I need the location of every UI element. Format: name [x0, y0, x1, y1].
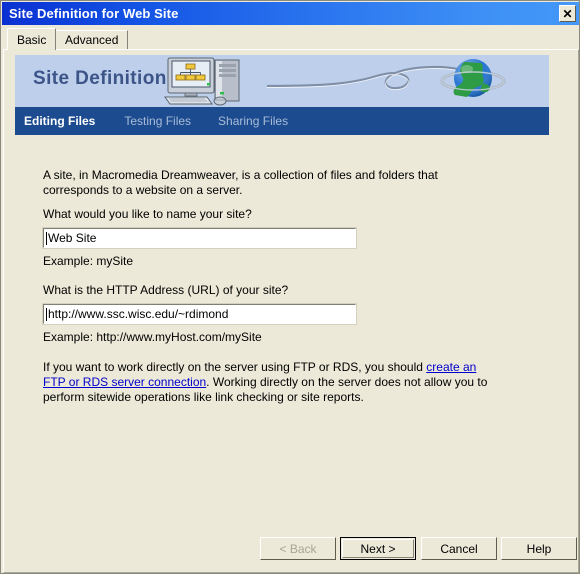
next-button-label: Next >	[360, 541, 396, 556]
cancel-button[interactable]: Cancel	[421, 537, 497, 560]
site-url-label: What is the HTTP Address (URL) of your s…	[43, 283, 289, 297]
back-button[interactable]: < Back	[260, 537, 336, 560]
help-button-label: Help	[526, 541, 552, 556]
tab-advanced[interactable]: Advanced	[55, 30, 129, 49]
step-sharing-files[interactable]: Sharing Files	[218, 114, 288, 128]
back-button-label: < Back	[279, 541, 317, 556]
ftp-note: If you want to work directly on the serv…	[43, 360, 498, 405]
tab-strip: Basic Advanced	[2, 28, 579, 50]
site-name-input[interactable]: Web Site	[42, 227, 357, 249]
site-name-example: Example: mySite	[43, 254, 134, 268]
close-icon: ✕	[562, 6, 573, 21]
content-panel: Site Definition Editing Files Testing Fi…	[3, 49, 579, 573]
ftp-note-before: If you want to work directly on the serv…	[43, 360, 427, 374]
text-caret	[46, 308, 47, 321]
computer-monitor-icon	[167, 57, 215, 97]
banner: Site Definition	[15, 55, 549, 107]
text-caret	[46, 232, 47, 245]
step-testing-files[interactable]: Testing Files	[124, 114, 191, 128]
dialog-buttons: < Back Next > Cancel Help	[4, 537, 579, 567]
tab-basic-label: Basic	[17, 32, 47, 47]
window-title: Site Definition for Web Site	[9, 6, 179, 21]
computer-tower-icon	[214, 59, 240, 102]
keyboard-icon	[164, 96, 213, 105]
steps-bar: Editing Files Testing Files Sharing File…	[15, 107, 549, 135]
cancel-button-label: Cancel	[440, 541, 478, 556]
step-editing-files[interactable]: Editing Files	[24, 114, 95, 128]
close-button[interactable]: ✕	[559, 5, 576, 22]
site-name-label: What would you like to name your site?	[43, 207, 252, 221]
next-button-inner: Next >	[342, 539, 414, 558]
tab-basic[interactable]: Basic	[7, 28, 57, 50]
form-area: A site, in Macromedia Dreamweaver, is a …	[42, 168, 498, 405]
title-bar: Site Definition for Web Site ✕	[2, 2, 579, 25]
next-button[interactable]: Next >	[340, 537, 416, 560]
site-name-value: Web Site	[48, 231, 97, 245]
globe-icon	[440, 59, 506, 97]
tab-advanced-label: Advanced	[65, 33, 119, 47]
help-button[interactable]: Help	[501, 537, 577, 560]
site-url-example: Example: http://www.myHost.com/mySite	[43, 330, 262, 344]
site-url-input[interactable]: http://www.ssc.wisc.edu/~rdimond	[42, 303, 357, 325]
mouse-icon	[213, 96, 227, 106]
site-definition-dialog: Site Definition for Web Site ✕ Basic Adv…	[0, 0, 580, 574]
site-url-value: http://www.ssc.wisc.edu/~rdimond	[48, 307, 229, 321]
banner-title: Site Definition	[33, 68, 167, 89]
intro-text: A site, in Macromedia Dreamweaver, is a …	[43, 168, 438, 197]
